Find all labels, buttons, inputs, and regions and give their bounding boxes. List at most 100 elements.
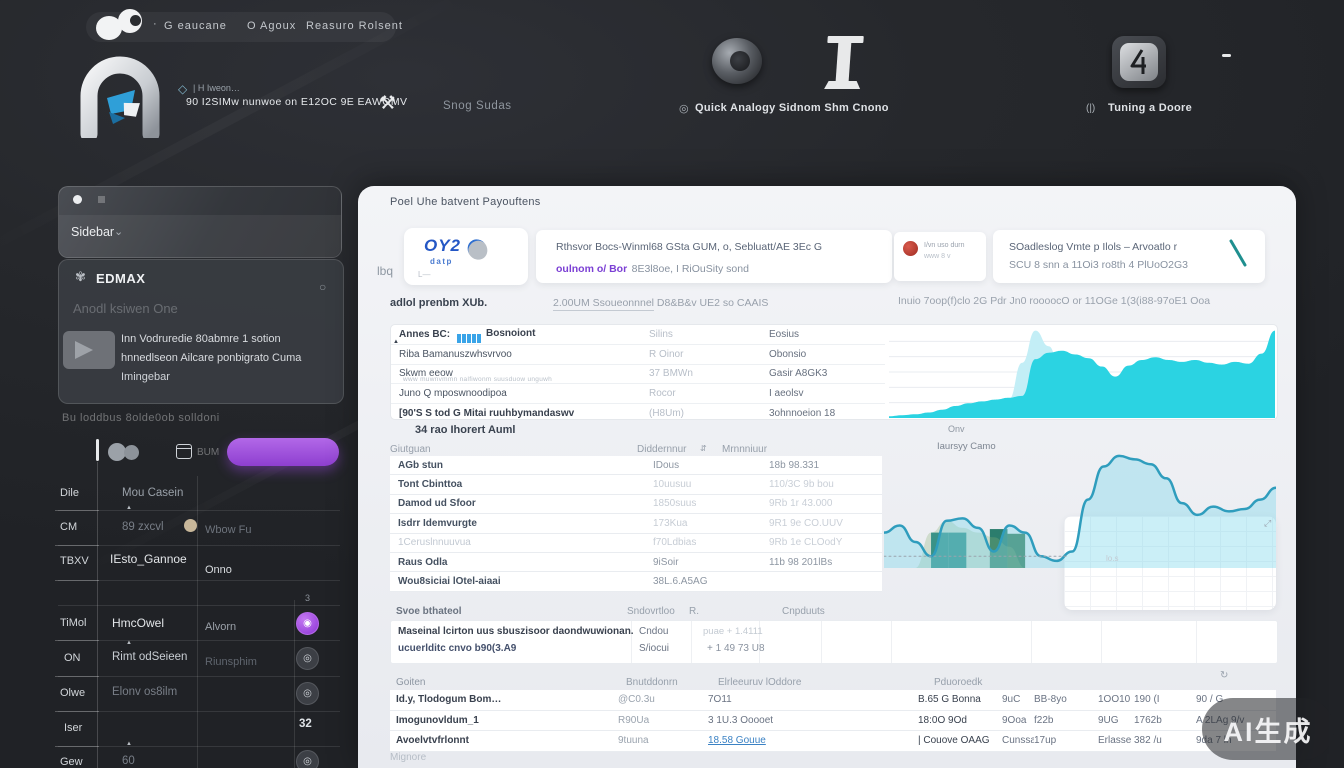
sidebar-section-heading: Bu loddbus 8olde0ob solldoni — [62, 412, 220, 424]
sidebar-row-value: 89 zxcvl — [122, 521, 164, 533]
more-circle-icon[interactable]: ○ — [319, 280, 326, 294]
sidebar-row-label[interactable]: Dile — [60, 487, 79, 499]
diamond-icon: ◇ — [178, 82, 188, 96]
ledger-line1: Maseinal lcirton uus sbuszisoor daondwuw… — [398, 626, 634, 637]
col-header-sortable[interactable]: Diddernnur — [637, 444, 686, 455]
refresh-icon[interactable]: ↻ — [1220, 670, 1228, 681]
sidebar-row-value: Rimt odSeieen — [112, 651, 188, 663]
sidebar-row-label[interactable]: Iser — [64, 722, 82, 734]
sort-icon[interactable]: ⇵ — [700, 444, 707, 453]
caret-up-icon: ▲ — [126, 505, 132, 511]
tile-icon[interactable] — [1112, 36, 1166, 88]
col-header[interactable]: Elrleeuruv lOddore — [718, 677, 801, 688]
logo-notch — [130, 15, 141, 26]
mini-card[interactable]: I/vn uso durn www 8 v — [894, 232, 986, 281]
col-header[interactable]: R. — [689, 606, 699, 617]
brand-logo: OY2 — [424, 236, 462, 255]
mini-card-line1: I/vn uso durn — [924, 242, 965, 249]
red-dot-icon — [903, 241, 918, 256]
bracket-icon: (|) — [1086, 103, 1096, 114]
table-row: Tont Cbinttoa 10uusuu 110/3C 9b bou — [390, 475, 882, 495]
sidebar-row-label[interactable]: TiMol — [60, 617, 86, 629]
side-note: lbq — [377, 264, 394, 278]
sidebar-card-line: Inn Vodruredie 80abmre 1 sotion — [121, 333, 281, 345]
check-stroke-icon — [1229, 239, 1247, 267]
table-row: Raus Odla 9iSoir 11b 98 201lBs — [390, 552, 882, 573]
sidebar-header-panel: Sidebar ⌄ — [58, 186, 342, 258]
sparkle-icon: ✾ — [75, 269, 86, 284]
calendar-icon[interactable] — [176, 444, 192, 459]
nav-separator-dot: · — [153, 18, 158, 30]
status-badge[interactable]: ◎ — [296, 682, 319, 705]
nav-item-2[interactable]: O Agoux — [247, 20, 296, 32]
status-badge[interactable]: ◉ — [296, 612, 319, 635]
sidebar-row-value2: Riunsphim — [205, 656, 257, 668]
table-row: Avoelvtvfrlonnt 9tuuna 18.58 Gouue | Couove… — [390, 731, 1276, 752]
info-card-2[interactable]: SOadleslog Vmte p Ilols – Arvoatlo r SCU… — [993, 230, 1265, 283]
col-header[interactable]: Giutguan — [390, 444, 431, 455]
sidebar-card[interactable]: ✾ EDMAX ○ Anodl ksiwen One Inn Vodruredi… — [58, 259, 344, 404]
primary-action-button[interactable] — [227, 438, 339, 466]
brand-footnote: L— — [418, 270, 431, 279]
gap-mark: 3 — [305, 593, 311, 603]
page-title: Poel Uhe batvent Payouftens — [390, 196, 541, 208]
hero-arch-logo — [73, 46, 167, 143]
area-chart — [888, 326, 1276, 418]
status-badge[interactable]: ◎ — [296, 750, 319, 768]
app-logo[interactable] — [92, 4, 152, 42]
table-row: 1Ceruslnnuuvua f70Ldbias 9Rb 1e CLOodY — [390, 533, 882, 553]
transactions-table: Id.y, Tlodogum Bom… @C0.3u 7O11 B.65 G Bonn… — [390, 690, 1276, 752]
ledger-v2: S/iocui — [639, 643, 670, 654]
sidebar-row-label[interactable]: ON — [64, 652, 81, 664]
sidebar-card-title: EDMAX — [96, 271, 146, 286]
ledger-row[interactable]: Maseinal lcirton uus sbuszisoor daondwuw… — [390, 620, 1278, 664]
divider — [294, 600, 295, 768]
line-chart — [882, 450, 1278, 568]
table-row: Isdrr Idemvurgte 173Kua 9R1 9e CO.UUV — [390, 514, 882, 534]
chevron-down-icon[interactable]: ⌄ — [114, 225, 123, 238]
app-window: · G eaucane O Agoux Reasuro Rolsent ◇ | … — [0, 0, 1344, 768]
sidebar-row-label[interactable]: Olwe — [60, 687, 85, 699]
table-row: Id.y, Tlodogum Bom… @C0.3u 7O11 B.65 G Bonn… — [390, 690, 1276, 711]
sidebar-card-line: hnnedlseon Ailcare ponbigrato Cuma — [121, 352, 302, 364]
sidebar-row-label[interactable]: Gew — [60, 756, 83, 768]
ledger-v1: Cndou — [639, 626, 669, 637]
expand-icon[interactable]: ⤢ — [1264, 518, 1271, 529]
sidebar-label[interactable]: Sidebar — [71, 225, 114, 239]
summary-card: Annes BC: Silins Eosius Riba Bamanuszwhsvrv… — [390, 324, 1278, 420]
nav-item-1[interactable]: G eaucane — [164, 20, 227, 32]
info-card-line1: Rthsvor Bocs-Winml68 GSta GUM, o, Seblua… — [556, 241, 823, 253]
sidebar-row-label[interactable]: CM — [60, 521, 77, 533]
col-header[interactable]: Sndovrtloo — [627, 606, 675, 617]
tools-icon[interactable]: ⚒ — [379, 92, 396, 115]
status-badge[interactable]: ◎ — [296, 647, 319, 670]
ledger-r1: puae + 1.4111 — [703, 626, 763, 637]
sidebar-row-label[interactable]: TBXV — [60, 555, 89, 567]
header-right-label[interactable]: Tuning a Doore — [1108, 102, 1192, 114]
toolbar-label: BUM — [197, 447, 220, 458]
chart-legend-1: Onv — [948, 424, 965, 434]
info-card[interactable]: Rthsvor Bocs-Winml68 GSta GUM, o, Seblua… — [536, 230, 892, 283]
col-header[interactable]: Mrnnniuur — [722, 444, 767, 455]
col-header[interactable]: Svoe bthateol — [396, 606, 462, 617]
col-header[interactable]: Pduoroedk — [934, 677, 982, 688]
brand-card[interactable]: OY2 datp L— — [404, 228, 528, 285]
header-center-label[interactable]: Quick Analogy Sidnom Shm Cnono — [695, 102, 889, 114]
nav-item-3[interactable]: Reasuro Rolsent — [306, 20, 403, 32]
col-header[interactable]: Cnpduuts — [782, 606, 825, 617]
pointer-icon: ▲ — [393, 339, 399, 345]
col-header[interactable]: Goiten — [396, 677, 425, 688]
camera-icon — [712, 38, 762, 84]
sidebar-row-value2: Wbow Fu — [205, 524, 252, 536]
cursor-bar-icon — [96, 439, 99, 461]
hero-headline: 90 I2SIMw nunwoe on E12OC 9E EAWOMV — [186, 96, 408, 108]
divider — [97, 462, 98, 768]
col-header[interactable]: Bnutddonrn — [626, 677, 678, 688]
chart-annotation: lo.s — [1106, 554, 1119, 563]
camera-lens — [730, 51, 750, 71]
square-mark — [98, 196, 105, 203]
mini-card-line2: www 8 v — [924, 253, 951, 260]
section-label-center: D8&B&v UE2 so CAAIS — [656, 297, 769, 309]
divider — [197, 476, 198, 768]
footer-label: Mignore — [390, 752, 427, 763]
